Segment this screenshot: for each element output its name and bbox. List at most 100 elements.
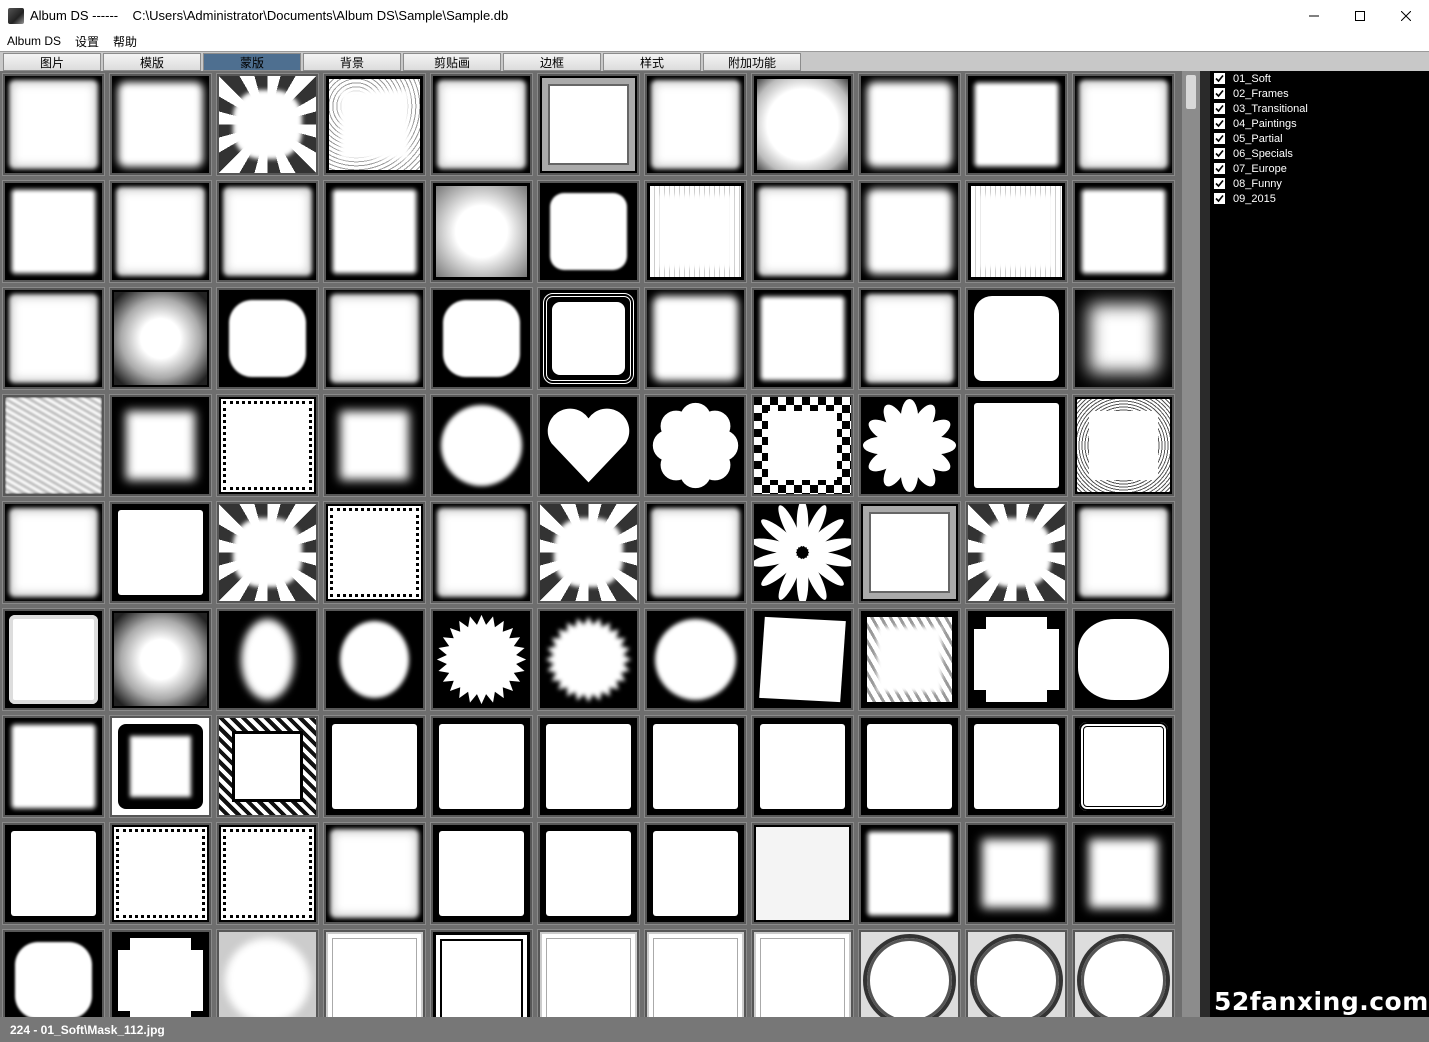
mask-thumbnail[interactable] <box>644 501 747 604</box>
mask-thumbnail[interactable] <box>430 501 533 604</box>
checkbox-icon[interactable] <box>1214 178 1225 189</box>
tab-pictures[interactable]: 图片 <box>3 53 101 71</box>
mask-thumbnail[interactable] <box>109 73 212 176</box>
mask-thumbnail[interactable] <box>216 608 319 711</box>
mask-thumbnail[interactable] <box>858 608 961 711</box>
mask-thumbnail[interactable] <box>751 73 854 176</box>
mask-thumbnail[interactable] <box>858 929 961 1017</box>
mask-thumbnail[interactable] <box>858 822 961 925</box>
mask-thumbnail[interactable] <box>216 394 319 497</box>
mask-thumbnail[interactable] <box>965 929 1068 1017</box>
mask-thumbnail[interactable] <box>644 73 747 176</box>
mask-thumbnail[interactable] <box>751 608 854 711</box>
mask-thumbnail[interactable] <box>109 287 212 390</box>
mask-thumbnail[interactable] <box>1072 715 1175 818</box>
category-item[interactable]: 04_Paintings <box>1214 116 1308 131</box>
mask-thumbnail[interactable] <box>323 715 426 818</box>
mask-thumbnail[interactable] <box>109 501 212 604</box>
mask-thumbnail[interactable] <box>2 715 105 818</box>
mask-thumbnail[interactable] <box>216 501 319 604</box>
checkbox-icon[interactable] <box>1214 193 1225 204</box>
checkbox-icon[interactable] <box>1214 88 1225 99</box>
tab-clipart[interactable]: 剪贴画 <box>403 53 501 71</box>
mask-thumbnail[interactable] <box>858 501 961 604</box>
tab-styles[interactable]: 样式 <box>603 53 701 71</box>
mask-thumbnail[interactable] <box>965 287 1068 390</box>
checkbox-icon[interactable] <box>1214 73 1225 84</box>
mask-thumbnail[interactable] <box>430 822 533 925</box>
mask-thumbnail[interactable] <box>965 73 1068 176</box>
mask-thumbnail[interactable] <box>323 929 426 1017</box>
category-item[interactable]: 08_Funny <box>1214 176 1308 191</box>
mask-thumbnail[interactable] <box>216 180 319 283</box>
checkbox-icon[interactable] <box>1214 148 1225 159</box>
mask-thumbnail[interactable] <box>323 180 426 283</box>
mask-thumbnail[interactable] <box>751 180 854 283</box>
checkbox-icon[interactable] <box>1214 103 1225 114</box>
mask-thumbnail[interactable] <box>430 287 533 390</box>
category-item[interactable]: 06_Specials <box>1214 146 1308 161</box>
mask-thumbnail[interactable] <box>323 394 426 497</box>
checkbox-icon[interactable] <box>1214 118 1225 129</box>
mask-thumbnail[interactable] <box>644 929 747 1017</box>
category-item[interactable]: 02_Frames <box>1214 86 1308 101</box>
mask-thumbnail[interactable] <box>751 287 854 390</box>
mask-thumbnail[interactable] <box>644 822 747 925</box>
mask-thumbnail[interactable] <box>430 73 533 176</box>
tab-extras[interactable]: 附加功能 <box>703 53 801 71</box>
mask-thumbnail[interactable] <box>537 394 640 497</box>
mask-thumbnail[interactable] <box>537 715 640 818</box>
mask-thumbnail[interactable] <box>109 394 212 497</box>
tab-masks[interactable]: 蒙版 <box>203 53 301 71</box>
mask-thumbnail[interactable] <box>1072 287 1175 390</box>
mask-thumbnail[interactable] <box>965 180 1068 283</box>
mask-thumbnail[interactable] <box>965 501 1068 604</box>
panel-splitter[interactable] <box>1200 71 1210 1017</box>
mask-thumbnail[interactable] <box>323 73 426 176</box>
category-item[interactable]: 09_2015 <box>1214 191 1308 206</box>
mask-thumbnail[interactable] <box>644 394 747 497</box>
mask-thumbnail[interactable] <box>1072 822 1175 925</box>
mask-thumbnail[interactable] <box>216 822 319 925</box>
scrollbar-thumb[interactable] <box>1186 75 1196 109</box>
mask-thumbnail[interactable] <box>2 608 105 711</box>
mask-thumbnail[interactable] <box>2 287 105 390</box>
minimize-icon[interactable] <box>1291 0 1337 31</box>
mask-thumbnail[interactable] <box>965 608 1068 711</box>
mask-thumbnail[interactable] <box>965 715 1068 818</box>
mask-thumbnail[interactable] <box>430 608 533 711</box>
mask-thumbnail[interactable] <box>537 929 640 1017</box>
mask-thumbnail[interactable] <box>644 715 747 818</box>
mask-thumbnail[interactable] <box>323 501 426 604</box>
mask-thumbnail[interactable] <box>537 287 640 390</box>
mask-thumbnail[interactable] <box>537 180 640 283</box>
mask-thumbnail[interactable] <box>1072 608 1175 711</box>
mask-thumbnail[interactable] <box>2 73 105 176</box>
mask-thumbnail[interactable] <box>109 180 212 283</box>
mask-thumbnail[interactable] <box>430 180 533 283</box>
mask-thumbnail[interactable] <box>858 394 961 497</box>
category-item[interactable]: 05_Partial <box>1214 131 1308 146</box>
mask-thumbnail[interactable] <box>2 394 105 497</box>
mask-thumbnail[interactable] <box>1072 73 1175 176</box>
mask-thumbnail[interactable] <box>858 287 961 390</box>
mask-thumbnail[interactable] <box>430 394 533 497</box>
tab-backgrounds[interactable]: 背景 <box>303 53 401 71</box>
mask-thumbnail[interactable] <box>2 501 105 604</box>
mask-thumbnail[interactable] <box>323 287 426 390</box>
mask-thumbnail[interactable] <box>751 715 854 818</box>
mask-thumbnail[interactable] <box>1072 180 1175 283</box>
mask-thumbnail[interactable] <box>644 608 747 711</box>
mask-thumbnail[interactable] <box>1072 929 1175 1017</box>
mask-thumbnail[interactable] <box>109 929 212 1017</box>
category-item[interactable]: 07_Europe <box>1214 161 1308 176</box>
mask-thumbnail[interactable] <box>751 822 854 925</box>
mask-thumbnail[interactable] <box>2 929 105 1017</box>
mask-thumbnail[interactable] <box>644 180 747 283</box>
mask-thumbnail[interactable] <box>109 715 212 818</box>
mask-thumbnail[interactable] <box>430 715 533 818</box>
mask-thumbnail[interactable] <box>965 822 1068 925</box>
mask-thumbnail[interactable] <box>323 822 426 925</box>
mask-thumbnail[interactable] <box>430 929 533 1017</box>
mask-thumbnail[interactable] <box>965 394 1068 497</box>
